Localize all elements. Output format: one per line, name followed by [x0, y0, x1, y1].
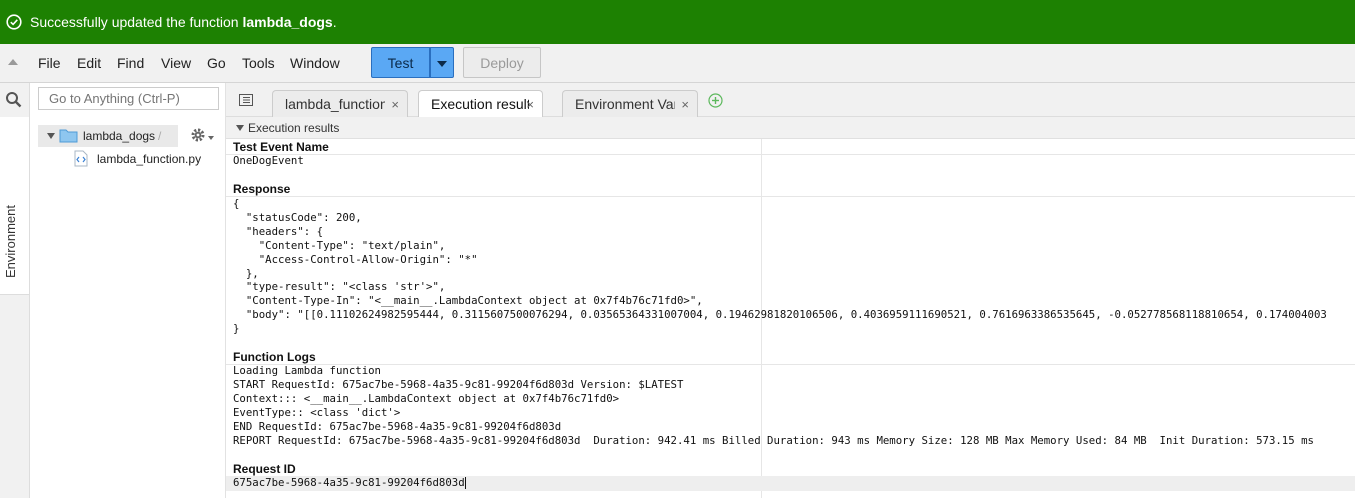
response-line: "statusCode": 200, [233, 210, 362, 224]
tab-label: lambda_function [285, 96, 385, 112]
log-line: EventType:: <class 'dict'> [233, 405, 401, 419]
banner-message: Successfully updated the function lambda… [30, 14, 337, 30]
editor-tab-bar: lambda_function × Execution results × En… [226, 83, 1355, 118]
function-logs-title: Function Logs [233, 350, 316, 364]
execution-results-panel: Execution results Test Event Name OneDog… [226, 117, 1355, 498]
log-line: END RequestId: 675ac7be-5968-4a35-9c81-9… [233, 419, 562, 433]
menu-find[interactable]: Find [117, 55, 144, 71]
response-line: "Content-Type": "text/plain", [233, 238, 446, 252]
test-event-name: OneDogEvent [233, 154, 304, 167]
menu-tools[interactable]: Tools [242, 55, 275, 71]
close-icon[interactable]: × [391, 97, 399, 112]
caret-down-icon [437, 61, 447, 67]
deploy-button[interactable]: Deploy [463, 47, 541, 78]
add-tab-icon[interactable] [708, 93, 723, 108]
expand-arrow-icon[interactable] [47, 133, 55, 139]
test-dropdown-button[interactable] [430, 47, 454, 78]
success-banner: Successfully updated the function lambda… [0, 0, 1355, 44]
tab-environment-variables[interactable]: Environment Variables × [562, 90, 698, 117]
response-line: { [233, 197, 240, 210]
response-line: } [233, 322, 240, 336]
log-line: Loading Lambda function [233, 364, 381, 377]
response-line: "Content-Type-In": "<__main__.LambdaCont… [233, 294, 703, 308]
menu-window[interactable]: Window [290, 55, 340, 71]
request-id-title: Request ID [233, 462, 296, 476]
menu-edit[interactable]: Edit [77, 55, 101, 71]
execution-results-header[interactable]: Execution results [226, 117, 1355, 139]
response-line: "body": "[[0.11102624982595444, 0.311560… [233, 308, 1327, 322]
text-cursor [464, 477, 466, 489]
tab-lambda-function[interactable]: lambda_function × [272, 90, 408, 117]
test-event-title: Test Event Name [233, 140, 329, 154]
file-lambda-function[interactable]: lambda_function.py [97, 152, 201, 166]
folder-slash: / [158, 129, 162, 143]
log-line: START RequestId: 675ac7be-5968-4a35-9c81… [233, 377, 684, 391]
test-button[interactable]: Test [371, 47, 430, 78]
check-circle-icon [6, 14, 22, 30]
python-file-icon [74, 150, 88, 167]
tab-label: Environment Variables [575, 96, 675, 112]
response-line: "Access-Control-Allow-Origin": "*" [233, 252, 478, 266]
divider [226, 154, 1355, 155]
execution-results-title: Execution results [248, 121, 340, 135]
response-line: "type-result": "<class 'str'>", [233, 280, 446, 294]
folder-icon [59, 129, 78, 143]
go-to-anything-input[interactable] [38, 87, 219, 110]
search-icon[interactable] [5, 91, 22, 108]
menu-file[interactable]: File [38, 55, 61, 71]
response-body: { "statusCode": 200, "headers": { "Conte… [233, 197, 1327, 336]
response-title: Response [233, 182, 291, 196]
collapse-arrow-icon[interactable] [236, 125, 244, 131]
close-icon[interactable]: × [526, 97, 534, 112]
gear-caret-icon[interactable] [208, 136, 214, 140]
file-tree: lambda_dogs / lambda_function.py [30, 83, 226, 498]
log-line: Context::: <__main__.LambdaContext objec… [233, 391, 620, 405]
folder-label: lambda_dogs [83, 129, 156, 143]
environment-label: Environment [3, 205, 18, 278]
close-icon[interactable]: × [681, 97, 689, 112]
collapse-menu-icon[interactable] [8, 59, 18, 65]
menu-go[interactable]: Go [207, 55, 226, 71]
log-line: REPORT RequestId: 675ac7be-5968-4a35-9c8… [233, 433, 1314, 447]
response-line: "headers": { [233, 224, 324, 238]
response-line: }, [233, 266, 259, 280]
banner-function-name: lambda_dogs [242, 14, 333, 30]
request-id-value[interactable]: 675ac7be-5968-4a35-9c81-99204f6d803d [233, 476, 466, 490]
gear-icon[interactable] [190, 127, 206, 143]
menu-bar: File Edit Find View Go Tools Window [0, 44, 1355, 83]
panel-list-icon[interactable] [239, 94, 253, 106]
function-logs-body: Loading Lambda function START RequestId: … [233, 364, 1314, 447]
left-rail: Environment [0, 83, 30, 498]
tab-label: Execution results [431, 96, 529, 112]
tab-execution-results[interactable]: Execution results × [418, 90, 543, 118]
menu-view[interactable]: View [161, 55, 191, 71]
folder-row-lambda-dogs[interactable]: lambda_dogs / [38, 125, 178, 147]
